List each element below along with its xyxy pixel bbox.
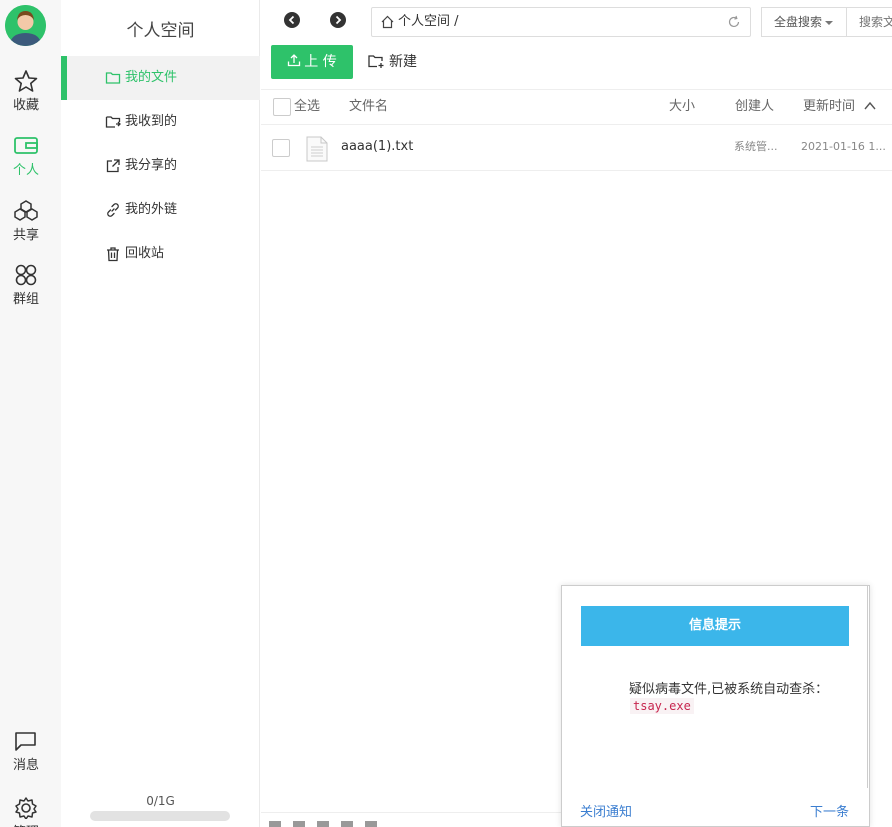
upload-button[interactable]: 上 传 bbox=[271, 45, 353, 79]
avatar[interactable] bbox=[5, 5, 46, 46]
rail-item-label: 收藏 bbox=[12, 98, 39, 113]
pagination-item[interactable] bbox=[341, 821, 353, 827]
subnav-item-recycle-bin[interactable]: 回收站 bbox=[61, 232, 260, 276]
chevron-left-icon bbox=[288, 15, 295, 25]
notification-message: 疑似病毒文件,已被系统自动查杀： bbox=[629, 682, 829, 697]
gear-icon bbox=[15, 797, 37, 819]
subnav-item-shared-by-me[interactable]: 我分享的 bbox=[61, 144, 260, 188]
subnav-item-label: 我收到的 bbox=[125, 114, 178, 129]
text-file-icon bbox=[306, 136, 328, 162]
pagination-item[interactable] bbox=[269, 821, 281, 827]
select-all-label[interactable]: 全选 bbox=[294, 90, 320, 124]
upload-label: 上 传 bbox=[304, 54, 337, 70]
back-button[interactable] bbox=[284, 12, 300, 28]
refresh-icon[interactable] bbox=[727, 15, 741, 29]
home-icon bbox=[381, 15, 394, 29]
column-name[interactable]: 文件名 bbox=[349, 90, 388, 124]
notification-popup: 信息提示 疑似病毒文件,已被系统自动查杀： tsay.exe 关闭通知 下一条 bbox=[561, 585, 870, 827]
storage-quota-bar bbox=[90, 811, 230, 821]
rail-item-favorites[interactable]: 收藏 bbox=[0, 70, 52, 113]
file-table-header: 全选 文件名 大小 创建人 更新时间 bbox=[261, 89, 892, 125]
caret-down-icon bbox=[825, 20, 834, 25]
chevron-right-icon bbox=[335, 15, 342, 25]
megaphone-icon bbox=[15, 732, 36, 751]
rail-item-shared[interactable]: 共享 bbox=[0, 200, 52, 243]
subnav-item-label: 我的外链 bbox=[125, 202, 178, 217]
rail-item-admin[interactable]: 管理 bbox=[0, 797, 52, 827]
cubes-icon bbox=[14, 200, 38, 221]
breadcrumb-path: 个人空间 / bbox=[398, 14, 459, 29]
notification-filename: tsay.exe bbox=[630, 698, 694, 714]
forward-button[interactable] bbox=[330, 12, 346, 28]
subnav-item-my-files[interactable]: 我的文件 bbox=[61, 56, 260, 100]
search-scope-select[interactable]: 全盘搜索 bbox=[761, 7, 847, 37]
rail-item-label: 个人 bbox=[12, 163, 39, 178]
avatar-image bbox=[5, 5, 46, 46]
notification-title: 信息提示 bbox=[581, 606, 849, 646]
table-row[interactable]: aaaa(1).txt 系统管... 2021-01-16 1... bbox=[261, 125, 892, 171]
group-icon bbox=[15, 264, 37, 286]
notification-body: 信息提示 疑似病毒文件,已被系统自动查杀： tsay.exe bbox=[579, 586, 868, 788]
rail-item-personal[interactable]: 个人 bbox=[0, 135, 52, 178]
next-notification-link[interactable]: 下一条 bbox=[810, 801, 849, 820]
trash-icon bbox=[107, 247, 119, 262]
search-scope-value: 全盘搜索 bbox=[774, 15, 823, 29]
pagination-item[interactable] bbox=[293, 821, 305, 827]
star-icon bbox=[14, 70, 38, 92]
page-title: 个人空间 bbox=[126, 21, 195, 41]
file-creator: 系统管... bbox=[734, 140, 778, 153]
rail-item-label: 共享 bbox=[12, 228, 39, 243]
search-input[interactable] bbox=[846, 7, 892, 37]
pagination-item[interactable] bbox=[365, 821, 377, 827]
subnav-item-label: 回收站 bbox=[125, 246, 165, 261]
row-checkbox[interactable] bbox=[272, 139, 290, 157]
upload-icon bbox=[288, 54, 301, 67]
sort-asc-icon[interactable] bbox=[864, 101, 876, 111]
subnav-item-label: 我的文件 bbox=[125, 70, 178, 85]
link-icon bbox=[107, 203, 119, 217]
select-all-checkbox[interactable] bbox=[273, 98, 291, 116]
subnav-item-label: 我分享的 bbox=[125, 158, 178, 173]
folder-icon bbox=[105, 72, 121, 84]
personal-space-nav: 个人空间 我的文件 我收到的 我分享的 我的外链 回收站 0/1G bbox=[61, 0, 260, 827]
folder-receive-icon bbox=[105, 116, 121, 128]
column-creator[interactable]: 创建人 bbox=[735, 90, 774, 124]
subnav-item-received[interactable]: 我收到的 bbox=[61, 100, 260, 144]
rail-item-label: 群组 bbox=[12, 292, 39, 307]
folder-add-icon bbox=[368, 55, 384, 68]
storage-quota-text: 0/1G bbox=[146, 794, 175, 808]
path-breadcrumb[interactable]: 个人空间 / bbox=[371, 7, 751, 37]
column-updated[interactable]: 更新时间 bbox=[803, 90, 855, 124]
pagination-bar bbox=[261, 812, 561, 827]
rail-item-label: 消息 bbox=[12, 758, 39, 773]
file-updated: 2021-01-16 1... bbox=[801, 140, 886, 153]
rail-item-groups[interactable]: 群组 bbox=[0, 264, 52, 307]
share-icon bbox=[106, 159, 120, 173]
rail-item-messages[interactable]: 消息 bbox=[0, 730, 52, 773]
close-notification-link[interactable]: 关闭通知 bbox=[580, 801, 632, 820]
column-size[interactable]: 大小 bbox=[669, 90, 695, 124]
file-name[interactable]: aaaa(1).txt bbox=[341, 125, 413, 169]
left-rail: 收藏 个人 共享 群组 消息 bbox=[0, 0, 61, 827]
new-label: 新建 bbox=[389, 54, 417, 70]
wallet-icon bbox=[14, 137, 38, 154]
subnav-item-external-links[interactable]: 我的外链 bbox=[61, 188, 260, 232]
new-folder-button[interactable]: 新建 bbox=[368, 53, 417, 71]
pagination-item[interactable] bbox=[317, 821, 329, 827]
